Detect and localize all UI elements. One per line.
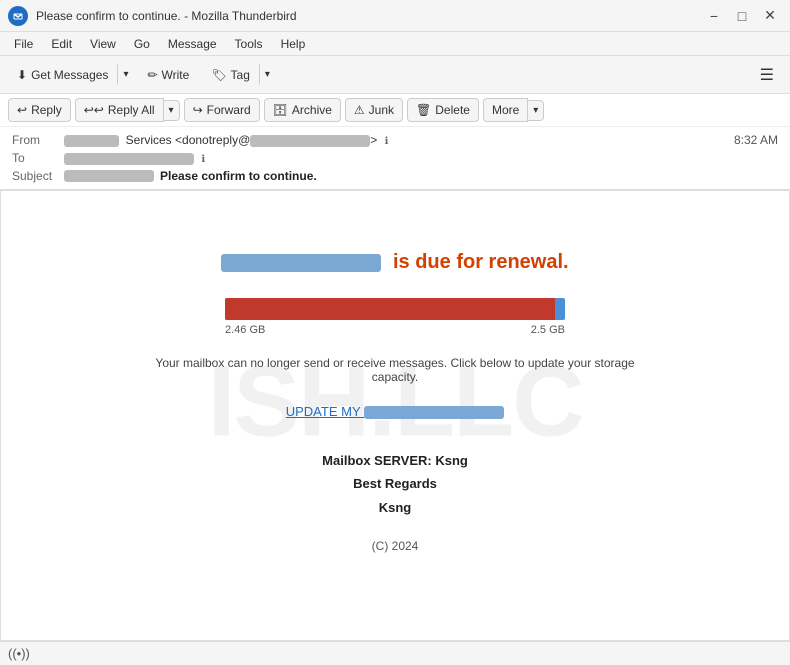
get-messages-icon: ⬇ [17,68,27,82]
menu-view[interactable]: View [82,35,124,53]
from-bracket-close: > [370,133,377,147]
more-dropdown[interactable]: ▾ [528,100,544,121]
more-group: More ▾ [483,98,544,122]
menu-message[interactable]: Message [160,35,225,53]
reply-all-icon: ↩↩ [84,103,104,117]
signature-line3: Ksng [61,496,729,519]
toolbar: ⬇ Get Messages ▾ ✏ Write 🏷 Tag ▾ ☰ [0,56,790,94]
storage-message: Your mailbox can no longer send or recei… [145,356,645,384]
hamburger-menu[interactable]: ☰ [752,61,782,89]
title-bar-controls: − □ ✕ [702,4,782,28]
storage-bar-fill [225,298,555,320]
renewal-text: is due for renewal. [393,251,569,273]
to-blurred [64,153,194,165]
menu-help[interactable]: Help [273,35,314,53]
get-messages-group: ⬇ Get Messages ▾ [8,63,134,87]
reply-all-group: ↩↩ Reply All ▾ [75,98,180,122]
update-link[interactable]: UPDATE MY [286,404,505,419]
storage-bar-background [225,298,565,320]
tag-button[interactable]: 🏷 Tag [202,63,259,87]
storage-total-label: 2.5 GB [531,324,565,336]
title-bar: Please confirm to continue. - Mozilla Th… [0,0,790,32]
close-button[interactable]: ✕ [758,4,782,28]
email-meta: From Services <donotreply@ > ℹ 8:32 AM To… [0,127,790,189]
from-row: From Services <donotreply@ > ℹ 8:32 AM [12,131,778,149]
reply-all-button[interactable]: ↩↩ Reply All [75,98,164,122]
signature-line2: Best Regards [61,472,729,495]
maximize-button[interactable]: □ [730,4,754,28]
email-header: ↩ Reply ↩↩ Reply All ▾ ↪ Forward 🗄 Archi… [0,94,790,190]
reply-icon: ↩ [17,103,27,117]
main-area: ↩ Reply ↩↩ Reply All ▾ ↪ Forward 🗄 Archi… [0,94,790,641]
reply-all-dropdown[interactable]: ▾ [164,100,180,121]
get-messages-label: Get Messages [31,68,108,82]
app-icon [8,6,28,26]
email-body: ISH.LLC is due for renewal. 2.46 GB 2.5 … [1,191,789,613]
menu-go[interactable]: Go [126,35,158,53]
junk-icon: ⚠ [354,103,365,117]
title-bar-left: Please confirm to continue. - Mozilla Th… [8,6,297,26]
title-bar-title: Please confirm to continue. - Mozilla Th… [36,9,297,23]
from-name-blurred [64,135,119,147]
reply-button[interactable]: ↩ Reply [8,98,71,122]
to-label: To [12,151,64,165]
email-inner: is due for renewal. 2.46 GB 2.5 GB Your … [21,221,769,583]
renewal-heading: is due for renewal. [61,251,729,274]
get-messages-dropdown[interactable]: ▾ [117,64,134,85]
storage-labels: 2.46 GB 2.5 GB [225,324,565,336]
signature: Mailbox SERVER: Ksng Best Regards Ksng [61,449,729,519]
copyright: (C) 2024 [61,539,729,553]
delete-button[interactable]: 🗑 Delete [407,98,479,122]
write-button[interactable]: ✏ Write [138,63,198,87]
tag-icon: 🏷 [211,68,226,82]
menu-edit[interactable]: Edit [43,35,80,53]
forward-button[interactable]: ↪ Forward [184,98,260,122]
status-bar: ((•)) [0,641,790,665]
subject-row: Subject Please confirm to continue. [12,167,778,185]
menu-bar: File Edit View Go Message Tools Help [0,32,790,56]
archive-icon: 🗄 [273,103,288,117]
action-bar: ↩ Reply ↩↩ Reply All ▾ ↪ Forward 🗄 Archi… [0,94,790,127]
domain-blurred [221,254,381,272]
storage-used-label: 2.46 GB [225,324,265,336]
minimize-button[interactable]: − [702,4,726,28]
storage-container: 2.46 GB 2.5 GB [225,298,565,336]
from-services-text: Services <donotreply@ [126,133,251,147]
from-value: Services <donotreply@ > ℹ [64,133,734,147]
forward-icon: ↪ [193,103,203,117]
to-value: ℹ [64,151,778,165]
tag-dropdown[interactable]: ▾ [259,64,276,85]
update-link-container: UPDATE MY [61,404,729,419]
email-time: 8:32 AM [734,133,778,147]
tag-group: 🏷 Tag ▾ [202,63,276,87]
signature-line1: Mailbox SERVER: Ksng [61,449,729,472]
junk-button[interactable]: ⚠ Junk [345,98,403,122]
wifi-icon: ((•)) [8,646,30,661]
email-content-wrapper: ISH.LLC is due for renewal. 2.46 GB 2.5 … [0,190,790,641]
from-label: From [12,133,64,147]
subject-label: Subject [12,169,64,183]
archive-button[interactable]: 🗄 Archive [264,98,341,122]
delete-icon: 🗑 [416,103,431,117]
update-link-blurred [364,406,504,419]
from-domain-blurred [250,135,370,147]
menu-tools[interactable]: Tools [227,35,271,53]
get-messages-button[interactable]: ⬇ Get Messages [8,63,117,87]
write-icon: ✏ [147,68,157,82]
security-icon[interactable]: ℹ [385,136,389,147]
to-row: To ℹ [12,149,778,167]
subject-text: Please confirm to continue. [160,169,317,183]
more-button[interactable]: More [483,98,528,122]
to-info-icon[interactable]: ℹ [201,154,205,165]
subject-blurred [64,170,154,182]
menu-file[interactable]: File [6,35,41,53]
